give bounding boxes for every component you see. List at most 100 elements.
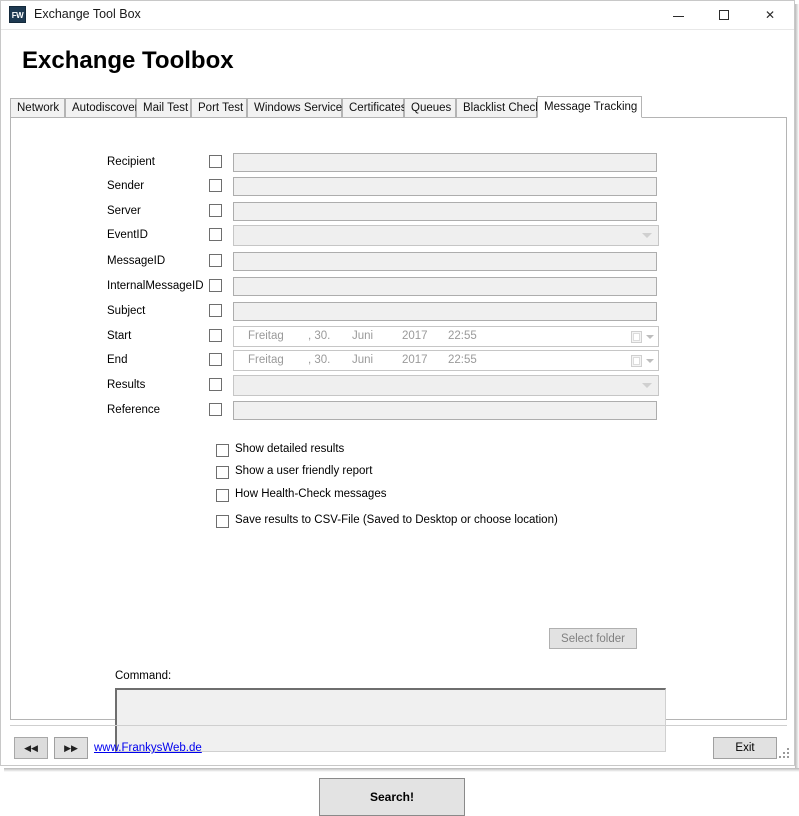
chevron-down-icon[interactable] [642,383,652,388]
input-recipient[interactable] [233,153,657,172]
enable-checkbox-eventid[interactable] [209,228,222,241]
tab-label: Autodiscover [72,102,139,114]
tab-blacklist-check[interactable]: Blacklist Check [456,98,541,117]
enable-checkbox-sender[interactable] [209,179,222,192]
checkbox-2[interactable] [216,489,229,502]
close-icon: ✕ [764,8,776,22]
exit-button[interactable]: Exit [713,737,777,759]
tab-autodiscover[interactable]: Autodiscover [65,98,139,117]
enable-checkbox-subject[interactable] [209,304,222,317]
date-year[interactable]: 2017 [402,330,428,342]
page-title: Exchange Toolbox [22,47,234,74]
datetime-picker-start[interactable]: Freitag , 30. Juni 2017 22:55 [233,326,659,347]
tab-port-test[interactable]: Port Test [191,98,247,117]
frankysweb-link[interactable]: www.FrankysWeb.de [94,742,202,754]
label-subject: Subject [107,305,146,317]
label-sender: Sender [107,180,145,192]
window-shadow-right [795,4,799,772]
grip-dot [787,748,789,750]
enable-checkbox-server[interactable] [209,204,222,217]
tab-label: Queues [411,102,452,114]
input-reference[interactable] [233,401,657,420]
enable-checkbox-recipient[interactable] [209,155,222,168]
command-label: Command: [115,670,172,682]
window-shadow-bottom [4,768,799,772]
double-left-arrow-icon: ◀◀ [24,743,38,753]
tab-mail-test[interactable]: Mail Test [136,98,191,117]
resize-grip[interactable] [777,748,790,761]
checkbox-label-1: Show a user friendly report [235,465,373,477]
minimize-button[interactable] [655,1,701,29]
close-button[interactable]: ✕ [747,1,793,29]
checkbox-label-3: Save results to CSV-File (Saved to Deskt… [235,514,558,526]
chevron-down-icon[interactable] [646,335,654,339]
date-time[interactable]: 22:55 [448,330,477,342]
datetime-picker-end[interactable]: Freitag , 30. Juni 2017 22:55 [233,350,659,371]
tab-label: Mail Test [143,102,189,114]
label-internalmessageid: InternalMessageID [107,280,204,292]
tab-label: Message Tracking [544,101,638,113]
tab-label: Network [17,102,60,114]
checkbox-3[interactable] [216,515,229,528]
select-folder-button[interactable]: Select folder [549,628,637,649]
tab-message-tracking[interactable]: Message Tracking [537,96,642,118]
combobox-eventid[interactable] [233,225,659,246]
date-day[interactable]: , 30. [308,354,330,366]
chevron-down-icon[interactable] [646,359,654,363]
tab-label: Port Test [198,102,244,114]
grip-dot [783,752,785,754]
enable-checkbox-results[interactable] [209,378,222,391]
calendar-icon[interactable] [631,355,642,367]
combobox-results[interactable] [233,375,659,396]
date-month[interactable]: Juni [352,330,373,342]
calendar-icon[interactable] [631,331,642,343]
date-month[interactable]: Juni [352,354,373,366]
enable-checkbox-internalmessageid[interactable] [209,279,222,292]
input-messageid[interactable] [233,252,657,271]
tab-strip: Network Autodiscover Mail Test Port Test Win… [10,96,787,118]
grip-dot [783,756,785,758]
enable-checkbox-start[interactable] [209,329,222,342]
input-server[interactable] [233,202,657,221]
label-start: Start [107,330,132,342]
tab-windows-services[interactable]: Windows Services [247,98,348,117]
label-eventid: EventID [107,229,148,241]
tab-queues[interactable]: Queues [404,98,456,117]
input-internalmessageid[interactable] [233,277,657,296]
date-weekday[interactable]: Freitag [248,354,284,366]
fw-app-icon: FW [9,6,26,23]
chevron-down-icon[interactable] [642,233,652,238]
title-bar: FW Exchange Tool Box ✕ [1,1,794,30]
enable-checkbox-reference[interactable] [209,403,222,416]
checkbox-1[interactable] [216,466,229,479]
tab-label: Blacklist Check [463,102,541,114]
nav-previous-button[interactable]: ◀◀ [14,737,48,759]
tab-page-message-tracking: Recipient Sender Server EventID MessageID Int… [10,117,787,816]
double-right-arrow-icon: ▶▶ [64,743,78,753]
input-sender[interactable] [233,177,657,196]
maximize-icon [701,1,747,29]
tab-network[interactable]: Network [10,98,65,117]
enable-checkbox-end[interactable] [209,353,222,366]
maximize-button[interactable] [701,1,747,29]
date-time[interactable]: 22:55 [448,354,477,366]
nav-next-button[interactable]: ▶▶ [54,737,88,759]
checkbox-label-0: Show detailed results [235,443,345,455]
checkbox-0[interactable] [216,444,229,457]
date-day[interactable]: , 30. [308,330,330,342]
search-button[interactable]: Search! [319,778,465,816]
grip-dot [779,756,781,758]
label-messageid: MessageID [107,255,166,267]
tab-label: Certificates [349,102,407,114]
tab-certificates[interactable]: Certificates [342,98,407,117]
application-window: FW Exchange Tool Box ✕ Exchange Toolbox … [0,0,795,816]
label-recipient: Recipient [107,156,155,168]
date-year[interactable]: 2017 [402,354,428,366]
label-reference: Reference [107,404,161,416]
date-weekday[interactable]: Freitag [248,330,284,342]
label-results: Results [107,379,146,391]
input-subject[interactable] [233,302,657,321]
grip-dot [787,756,789,758]
enable-checkbox-messageid[interactable] [209,254,222,267]
label-end: End [107,354,128,366]
